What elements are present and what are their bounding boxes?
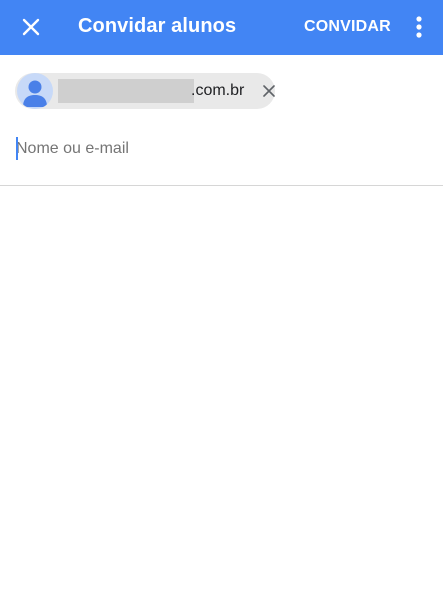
close-icon — [263, 85, 275, 97]
remove-recipient-button[interactable] — [259, 81, 279, 101]
text-cursor — [16, 137, 18, 160]
recipient-email-suffix: .com.br — [191, 82, 245, 99]
avatar — [17, 73, 53, 109]
recipient-search-input[interactable] — [16, 134, 426, 164]
overflow-menu-button[interactable] — [404, 8, 434, 46]
app-bar: Convidar alunos CONVIDAR — [0, 0, 443, 55]
invite-button[interactable]: CONVIDAR — [296, 11, 399, 43]
divider — [0, 185, 443, 186]
more-vert-icon — [416, 16, 422, 38]
person-icon — [23, 80, 47, 107]
recipient-chip[interactable]: .com.br — [15, 73, 275, 109]
close-button[interactable] — [12, 8, 50, 46]
page-title: Convidar alunos — [78, 15, 237, 37]
close-icon — [22, 18, 40, 36]
redacted-email — [58, 79, 194, 103]
